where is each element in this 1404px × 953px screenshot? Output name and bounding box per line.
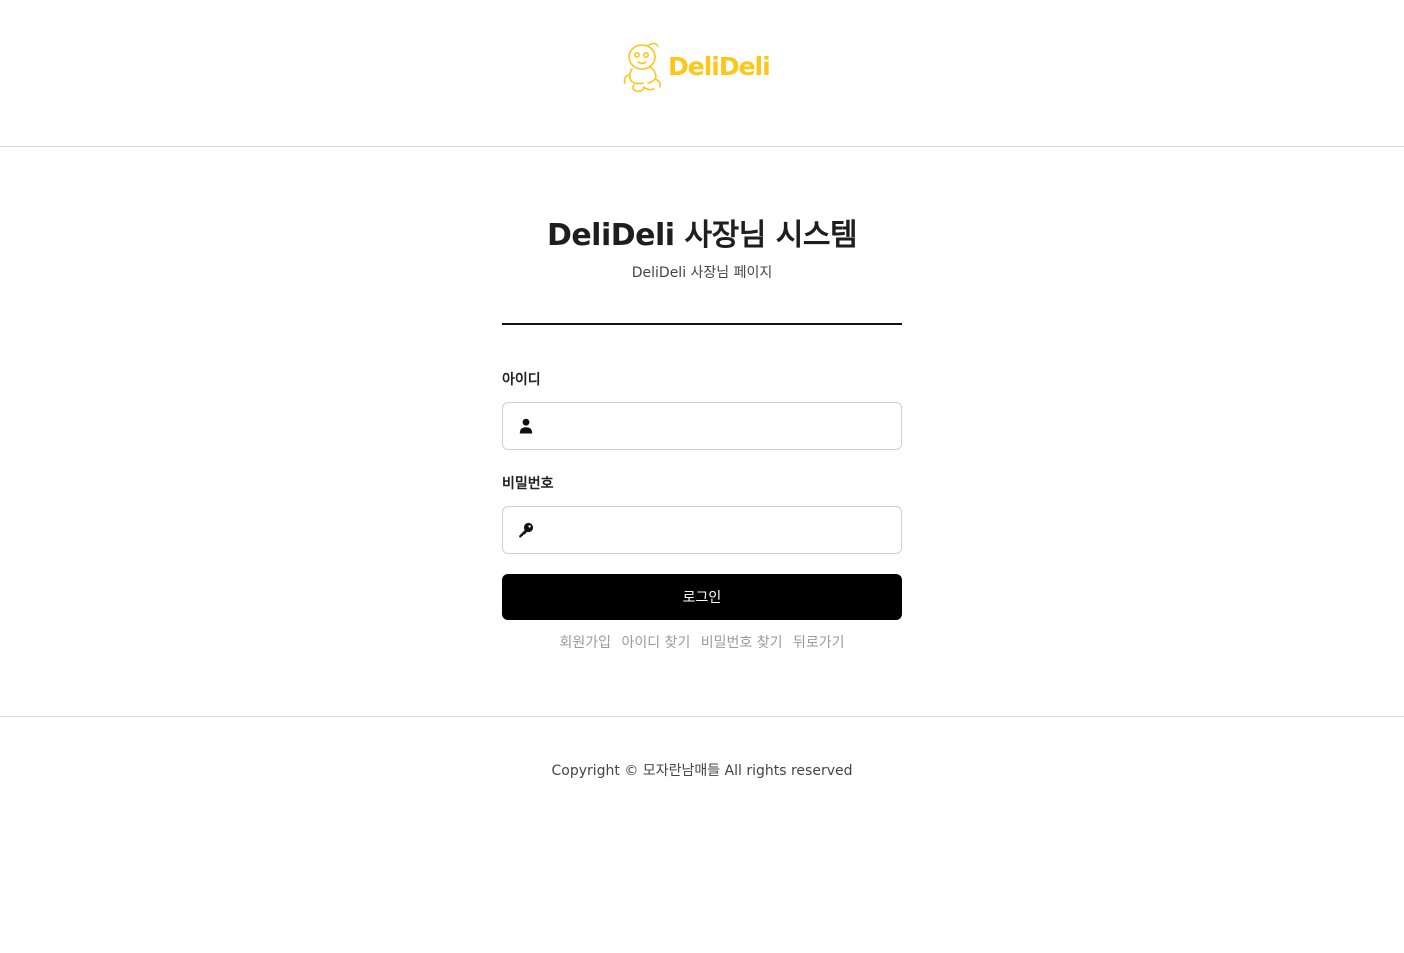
password-label: 비밀번호	[502, 476, 554, 492]
site-header: DeliDeli	[0, 0, 1404, 147]
footer-divider	[0, 716, 1404, 717]
title-divider	[502, 323, 902, 325]
login-button[interactable]: 로그인	[502, 574, 902, 620]
user-icon	[519, 418, 533, 434]
find-id-link[interactable]: 아이디 찾기	[621, 635, 690, 651]
copyright-text: Copyright © 모자란남매들 All rights reserved	[551, 763, 853, 779]
back-link[interactable]: 뒤로가기	[793, 635, 845, 651]
auth-links: 회원가입 아이디 찾기 비밀번호 찾기 뒤로가기	[0, 632, 1404, 652]
password-field[interactable]	[502, 506, 902, 554]
id-field[interactable]	[502, 402, 902, 450]
page-subtitle: DeliDeli 사장님 페이지	[631, 265, 773, 281]
key-icon	[519, 522, 534, 538]
password-input[interactable]	[547, 507, 897, 553]
page-title: DeliDeli 사장님 시스템	[546, 218, 858, 253]
brand-logo-text: DeliDeli	[668, 51, 771, 81]
id-label: 아이디	[502, 372, 541, 388]
find-password-link[interactable]: 비밀번호 찾기	[701, 635, 783, 651]
brand-logo[interactable]: DeliDeli	[620, 38, 784, 94]
mascot-logo-icon	[623, 42, 661, 92]
signup-link[interactable]: 회원가입	[559, 635, 611, 651]
id-input[interactable]	[547, 403, 897, 449]
